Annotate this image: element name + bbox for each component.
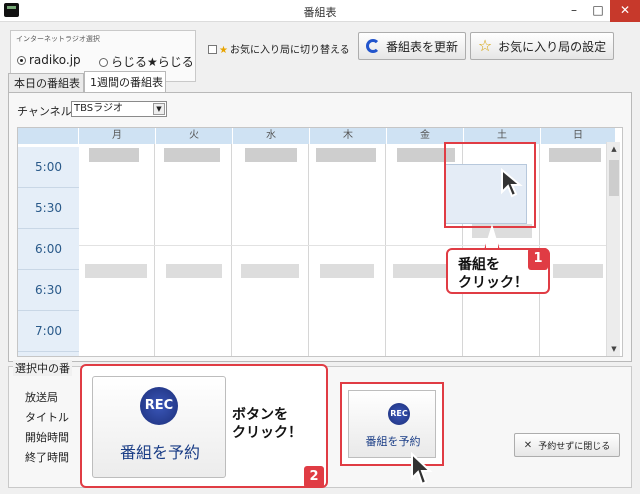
program-block[interactable] xyxy=(393,264,453,278)
info-group-title: 選択中の番 xyxy=(13,360,72,376)
day-column[interactable] xyxy=(79,144,155,356)
reserve-label: 番組を予約 xyxy=(119,443,200,462)
day-header: 火 xyxy=(156,128,233,144)
minimize-button[interactable]: – xyxy=(562,0,586,22)
window-title: 番組表 xyxy=(303,6,337,19)
step2-line2: クリック！ xyxy=(232,425,302,441)
grid-corner xyxy=(18,128,79,144)
step2-line1: ボタンを xyxy=(232,407,288,423)
scroll-thumb[interactable] xyxy=(609,160,619,196)
fav-settings-label: お気に入り局の設定 xyxy=(498,39,607,54)
grid-divider xyxy=(79,245,615,246)
time-column: 5:00 5:30 6:00 6:30 7:00 xyxy=(18,147,79,356)
fav-toggle-checkbox[interactable]: ★ お気に入り局に切り替える xyxy=(208,41,350,56)
program-block[interactable] xyxy=(316,148,376,162)
time-label: 7:00 xyxy=(18,311,79,352)
step1-line2: クリック！ xyxy=(458,275,528,291)
radio-selected-icon xyxy=(17,56,26,65)
program-block[interactable] xyxy=(164,148,220,162)
day-header: 月 xyxy=(79,128,156,144)
step2-badge: 2 xyxy=(304,466,324,488)
refresh-button[interactable]: 番組表を更新 xyxy=(358,32,466,60)
checkbox-icon xyxy=(208,45,217,54)
step2-text: ボタンをクリック！ xyxy=(232,406,302,442)
reserve-button[interactable]: REC 番組を予約 xyxy=(348,390,436,458)
program-block[interactable] xyxy=(549,148,601,162)
maximize-button[interactable]: □ xyxy=(586,0,610,22)
step1-line1: 番組を xyxy=(458,257,500,273)
program-block[interactable] xyxy=(245,148,297,162)
reserve-button-zoomed[interactable]: REC 番組を予約 xyxy=(92,376,226,478)
program-block[interactable] xyxy=(85,264,147,278)
radio-radiru[interactable]: らじる★らじる xyxy=(99,53,194,70)
close-icon: ✕ xyxy=(523,439,533,451)
reserve-label: 番組を予約 xyxy=(365,435,421,448)
refresh-icon xyxy=(365,39,380,53)
tab-today[interactable]: 本日の番組表 xyxy=(8,73,84,93)
rec-icon: REC xyxy=(388,403,410,425)
fav-toggle-label: お気に入り局に切り替える xyxy=(229,45,350,56)
program-block[interactable] xyxy=(89,148,139,162)
scroll-up-icon[interactable]: ▲ xyxy=(607,142,621,156)
program-block[interactable] xyxy=(241,264,299,278)
radio-unselected-icon xyxy=(99,58,108,67)
step1-badge: 1 xyxy=(528,248,548,270)
rec-icon: REC xyxy=(140,387,178,425)
schedule-panel: チャンネル TBSラジオ ▼ 月 火 水 木 金 土 日 5:00 5:30 6… xyxy=(8,92,632,362)
close-button[interactable]: ✕ xyxy=(610,0,640,22)
day-column[interactable] xyxy=(156,144,232,356)
time-label: 5:30 xyxy=(18,188,79,229)
radio-radiru-label: らじる★らじる xyxy=(111,55,194,69)
channel-value: TBSラジオ xyxy=(74,103,123,114)
day-header: 木 xyxy=(310,128,387,144)
refresh-label: 番組表を更新 xyxy=(385,39,458,54)
day-column[interactable] xyxy=(541,144,616,356)
channel-select[interactable]: TBSラジオ ▼ xyxy=(71,101,167,117)
radio-radiko[interactable]: radiko.jp xyxy=(17,53,81,67)
chevron-down-icon: ▼ xyxy=(153,103,165,115)
info-label-station: 放送局 xyxy=(25,391,58,404)
fav-settings-button[interactable]: ☆ お気に入り局の設定 xyxy=(470,32,614,60)
program-block[interactable] xyxy=(553,264,603,278)
day-column[interactable] xyxy=(310,144,386,356)
info-label-program: タイトル xyxy=(25,411,69,424)
day-header: 日 xyxy=(541,128,616,144)
program-block[interactable] xyxy=(320,264,374,278)
info-label-end: 終了時間 xyxy=(25,451,69,464)
scroll-down-icon[interactable]: ▼ xyxy=(607,342,621,356)
schedule-scrollbar[interactable]: ▲ ▼ xyxy=(606,142,620,356)
radio-radiko-label: radiko.jp xyxy=(29,53,81,67)
day-header: 水 xyxy=(233,128,310,144)
time-label: 6:00 xyxy=(18,229,79,270)
radio-group-title: インターネットラジオ選択 xyxy=(16,35,100,43)
star-icon: ★ xyxy=(219,45,228,56)
star-icon: ☆ xyxy=(477,36,493,55)
info-label-start: 開始時間 xyxy=(25,431,69,444)
channel-label: チャンネル xyxy=(17,105,72,118)
program-block[interactable] xyxy=(166,264,222,278)
close-without-label: 予約せずに閉じる xyxy=(538,441,611,452)
step1-text: 番組をクリック！ xyxy=(458,256,528,292)
tab-week[interactable]: 1週間の番組表 xyxy=(84,71,166,93)
time-label: 5:00 xyxy=(18,147,79,188)
day-column[interactable] xyxy=(233,144,309,356)
close-without-reserve-button[interactable]: ✕ 予約せずに閉じる xyxy=(514,433,620,457)
time-label: 6:30 xyxy=(18,270,79,311)
title-bar: 番組表 – □ ✕ xyxy=(0,0,640,22)
